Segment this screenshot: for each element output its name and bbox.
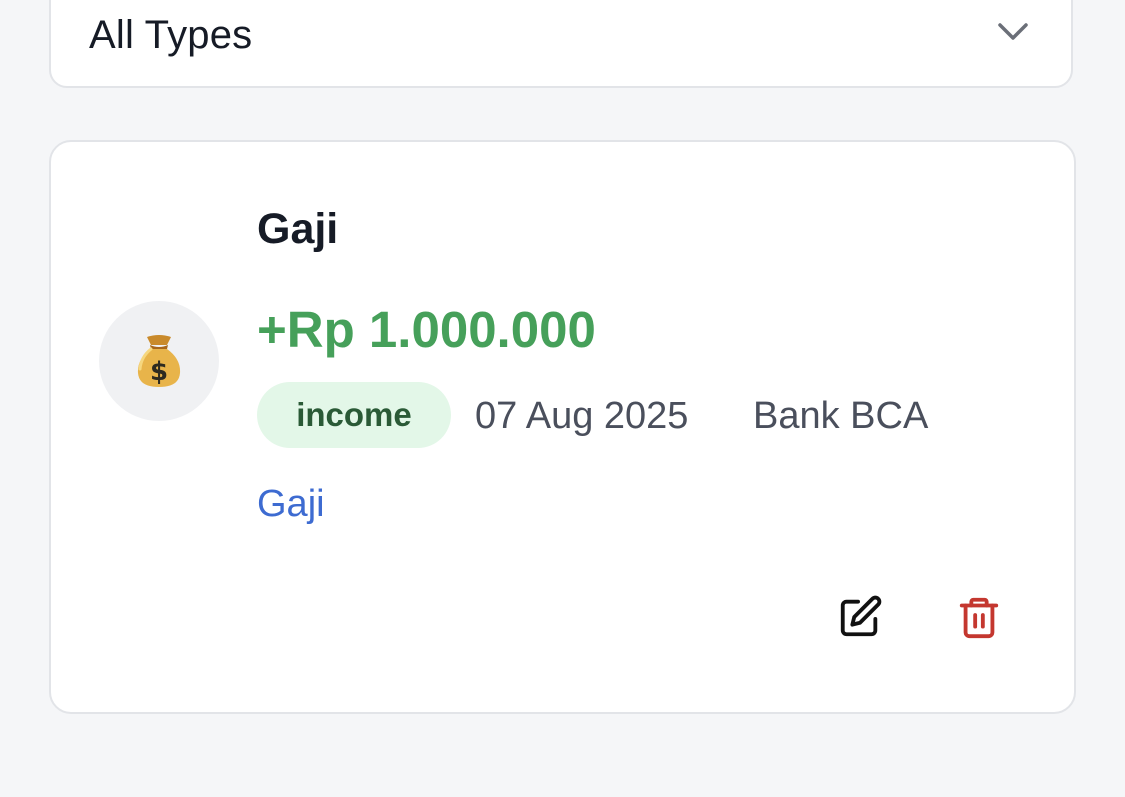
transaction-amount: +Rp 1.000.000 <box>257 301 596 358</box>
transaction-date: 07 Aug 2025 <box>475 395 689 437</box>
edit-icon <box>840 595 882 637</box>
transaction-title: Gaji <box>257 205 339 253</box>
money-bag-icon: $ <box>137 335 181 387</box>
edit-button[interactable] <box>834 591 886 643</box>
delete-button[interactable] <box>953 591 1005 643</box>
type-filter-value: All Types <box>89 13 253 57</box>
transaction-account: Bank BCA <box>753 395 929 437</box>
chevron-down-icon <box>998 23 1028 40</box>
type-filter-select[interactable]: All Types <box>49 0 1073 88</box>
transaction-type-badge: income <box>257 382 451 448</box>
transaction-card[interactable]: $ Gaji +Rp 1.000.000 income 07 Aug 2025 … <box>49 140 1076 714</box>
transaction-avatar: $ <box>99 301 219 421</box>
transaction-category-link[interactable]: Gaji <box>257 482 325 526</box>
svg-text:$: $ <box>150 357 168 387</box>
trash-icon <box>959 597 999 639</box>
